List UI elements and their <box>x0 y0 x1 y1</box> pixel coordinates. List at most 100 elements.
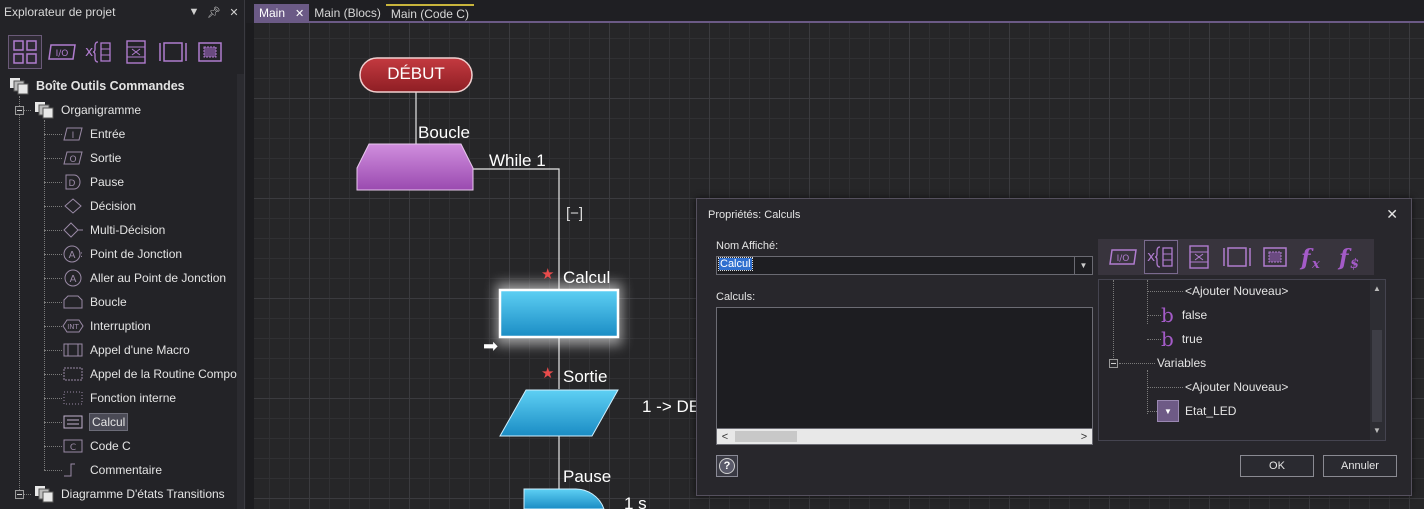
scroll-thumb[interactable] <box>735 431 797 442</box>
tree-item-multi-decision[interactable]: Multi-Décision <box>62 218 165 242</box>
interrupt-icon: INT <box>62 317 84 335</box>
tree-root-toolbox[interactable]: Boîte Outils Commandes <box>8 74 185 98</box>
close-icon[interactable]: ✕ <box>295 7 304 20</box>
close-icon[interactable]: ✕ <box>224 6 244 19</box>
tab-main-blocs-label: Main (Blocs) <box>314 6 381 20</box>
variable-etat-led[interactable]: ▼ Etat_LED <box>1157 400 1236 422</box>
tree-item-label: Commentaire <box>90 463 163 477</box>
add-new-constant[interactable]: <Ajouter Nouveau> <box>1185 280 1288 302</box>
tree-item-commentaire[interactable]: Commentaire <box>62 458 162 482</box>
tree-item-pause[interactable]: D Pause <box>62 170 124 194</box>
tree-item-fonction-interne[interactable]: Fonction interne <box>62 386 176 410</box>
variables-group[interactable]: Variables <box>1157 352 1206 374</box>
variables-icon[interactable]: x <box>1144 240 1178 274</box>
pause-label: Pause <box>563 467 612 486</box>
tree-group-state-diagram[interactable]: Diagramme D'états Transitions <box>33 482 225 506</box>
tree-item-boucle[interactable]: Boucle <box>62 290 127 314</box>
tree-item-decision[interactable]: Décision <box>62 194 136 218</box>
component-icon[interactable] <box>1220 240 1254 274</box>
chevron-down-icon[interactable]: ▼ <box>1075 256 1093 275</box>
io-icon[interactable]: I/O <box>1106 240 1140 274</box>
pause-value: 1 s <box>624 494 647 509</box>
collapse-loop-button[interactable]: [−] <box>566 205 583 222</box>
cancel-button[interactable]: Annuler <box>1323 455 1397 477</box>
commands-grid-icon[interactable] <box>8 35 42 69</box>
tree-item-label: Point de Jonction <box>90 247 183 261</box>
add-new-label: <Ajouter Nouveau> <box>1185 284 1289 298</box>
collapse-state-diagram-toggle[interactable] <box>15 490 24 499</box>
array-icon[interactable] <box>1182 240 1216 274</box>
calculations-hscrollbar[interactable]: < > <box>716 428 1093 445</box>
variables-scrollbar[interactable]: ▲ ▼ <box>1370 280 1385 440</box>
svg-text:I/O: I/O <box>1117 254 1130 264</box>
tree-item-entree[interactable]: I Entrée <box>62 122 125 146</box>
tree-item-appel-macro[interactable]: Appel d'une Macro <box>62 338 190 362</box>
tree-item-calcul[interactable]: Calcul <box>62 410 129 434</box>
tree-group-organigramme[interactable]: Organigramme <box>33 98 141 122</box>
constant-false[interactable]: b false <box>1161 304 1207 326</box>
variables-label: Variables <box>1157 356 1207 370</box>
collapse-organigramme-toggle[interactable] <box>15 106 24 115</box>
scroll-down-icon[interactable]: ▼ <box>1373 426 1381 435</box>
collapse-variables-toggle[interactable] <box>1109 359 1118 368</box>
ok-button[interactable]: OK <box>1240 455 1314 477</box>
explorer-title: Explorateur de projet <box>4 5 116 19</box>
tree-item-label: Pause <box>90 175 125 189</box>
input-icon: I <box>62 125 84 143</box>
scroll-left-icon[interactable]: < <box>717 431 733 443</box>
component-icon[interactable] <box>156 35 190 69</box>
svg-text:$: $ <box>1350 257 1359 271</box>
constant-true[interactable]: b true <box>1161 328 1203 350</box>
svg-text:x: x <box>1147 249 1155 265</box>
close-icon[interactable]: ✕ <box>1386 206 1398 223</box>
toolbox-label: Boîte Outils Commandes <box>36 79 185 93</box>
tree-item-aller-jonction[interactable]: A Aller au Point de Jonction <box>62 266 226 290</box>
stacked-pages-icon <box>8 77 30 95</box>
loop-node <box>356 143 474 191</box>
svg-text:D: D <box>69 179 76 189</box>
decision-icon <box>62 197 84 215</box>
boolean-icon: b <box>1161 327 1174 351</box>
calculations-editor[interactable] <box>716 307 1093 445</box>
add-new-label: <Ajouter Nouveau> <box>1185 380 1289 394</box>
toolbox-tree: Boîte Outils Commandes Organigramme I En… <box>0 74 238 509</box>
calc-node <box>498 288 620 339</box>
scroll-thumb[interactable] <box>1372 330 1382 422</box>
function-icon[interactable]: fx <box>1296 240 1330 274</box>
svg-text:C: C <box>70 443 76 453</box>
name-label: Nom Affiché: <box>716 240 779 252</box>
variable-dropdown-icon[interactable]: ▼ <box>1157 400 1179 422</box>
tree-item-sortie[interactable]: O Sortie <box>62 146 121 170</box>
macro-icon[interactable] <box>193 35 227 69</box>
variables-icon[interactable]: x <box>82 35 116 69</box>
scroll-right-icon[interactable]: > <box>1076 431 1092 443</box>
tab-main-blocs[interactable]: Main (Blocs) <box>309 4 386 22</box>
array-icon[interactable] <box>119 35 153 69</box>
explorer-scrollbar[interactable] <box>237 74 244 509</box>
add-new-variable[interactable]: <Ajouter Nouveau> <box>1185 376 1288 398</box>
state-diagram-label: Diagramme D'états Transitions <box>61 487 225 501</box>
help-button[interactable]: ? <box>716 455 738 477</box>
string-function-icon[interactable]: f $ <box>1334 240 1368 274</box>
macro-icon[interactable] <box>1258 240 1292 274</box>
pin-icon[interactable]: 📌︎ <box>204 6 224 19</box>
io-icon[interactable]: I/O <box>45 35 79 69</box>
tree-item-routine-compo[interactable]: Appel de la Routine Compo <box>62 362 237 386</box>
tree-item-code-c[interactable]: C Code C <box>62 434 131 458</box>
tab-main[interactable]: Main ✕ <box>254 4 310 22</box>
svg-text:x: x <box>85 44 93 60</box>
dropdown-icon[interactable]: ▼ <box>184 6 204 18</box>
tab-main-code-c[interactable]: Main (Code C) <box>385 4 474 22</box>
help-icon: ? <box>719 458 735 474</box>
boolean-icon: b <box>1161 303 1174 327</box>
scroll-up-icon[interactable]: ▲ <box>1373 284 1381 293</box>
calculation-icon <box>62 413 84 431</box>
output-icon: O <box>62 149 84 167</box>
star-icon: ★ <box>541 266 555 283</box>
display-name-field[interactable]: Calcul <box>716 256 1075 275</box>
dialog-title: Propriétés: Calculs <box>708 209 801 221</box>
tree-item-interruption[interactable]: INT Interruption <box>62 314 151 338</box>
multi-decision-icon <box>62 221 84 239</box>
tree-item-label: Entrée <box>90 127 126 141</box>
tree-item-point-de-jonction[interactable]: A: Point de Jonction <box>62 242 182 266</box>
